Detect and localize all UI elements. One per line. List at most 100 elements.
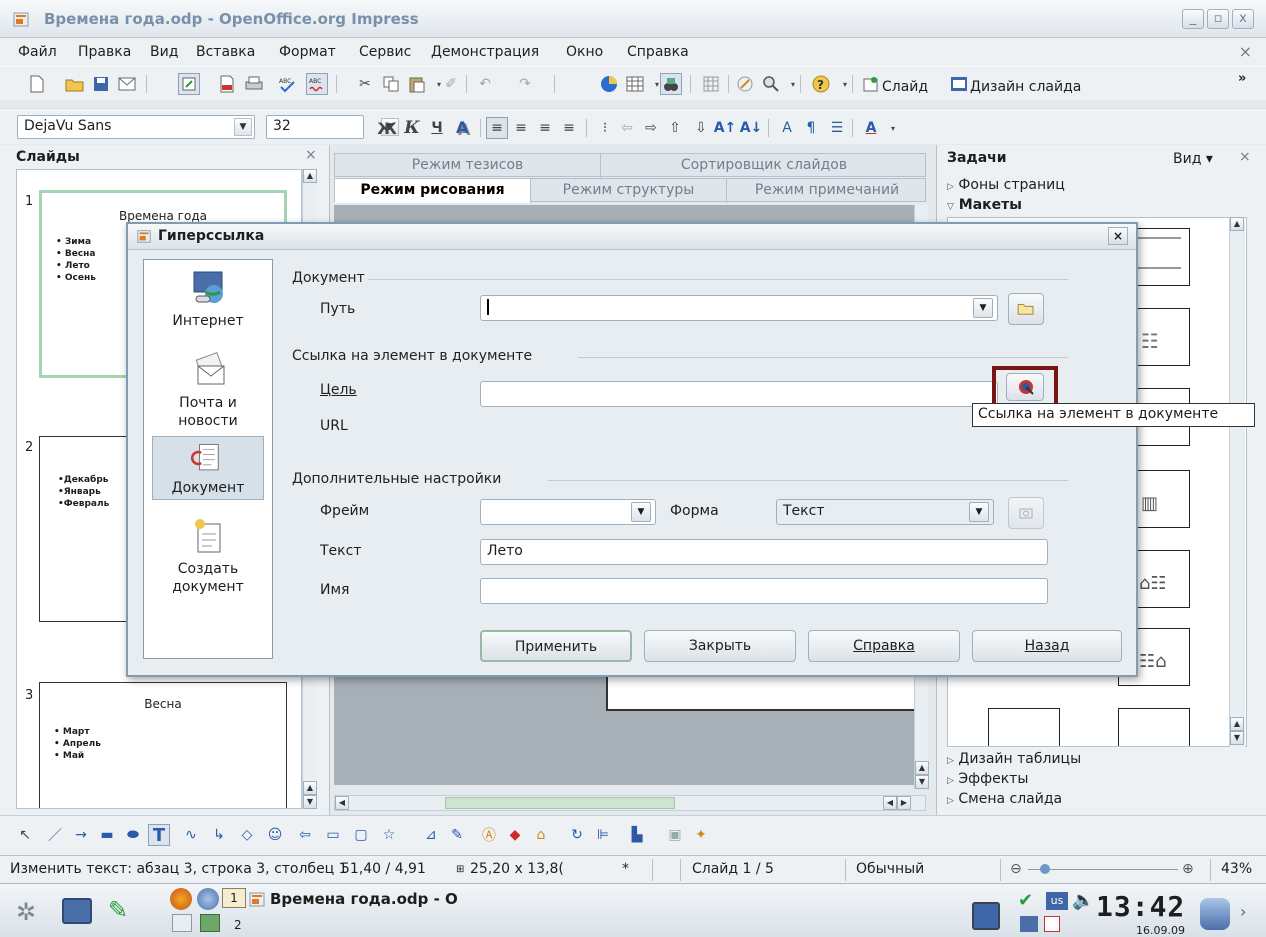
bullets-numbering-icon[interactable]: ☰ [826,117,848,139]
section-layouts[interactable]: ▽ Макеты [947,197,1022,213]
keyboard-layout[interactable]: us [1046,892,1068,910]
close-document-icon[interactable]: × [1239,42,1252,61]
table-icon[interactable] [624,73,646,95]
paragraph-icon[interactable]: ¶ [800,117,822,139]
ellipse-icon[interactable]: ⬬ [122,824,144,846]
zoom-slider[interactable] [1028,869,1178,870]
volume-icon[interactable]: 🔈 [1072,890,1094,911]
menu-format[interactable]: Формат [279,44,336,60]
taskbar-app-title[interactable]: Времена года.odp - O [270,890,458,908]
select-arrow-icon[interactable]: ↖ [14,824,36,846]
menu-help[interactable]: Справка [627,44,689,60]
arrange-icon[interactable]: ▙ [626,824,648,846]
promote-icon[interactable]: ⇨ [640,117,662,139]
kde-menu-icon[interactable]: ✲ [16,898,44,926]
basic-shapes-icon[interactable]: ◇ [236,824,258,846]
connector-icon[interactable]: ↳ [208,824,230,846]
tab-structure[interactable]: Режим структуры [531,179,727,203]
print-icon[interactable] [243,73,265,95]
scroll-up-icon[interactable]: ▲ [1230,717,1244,731]
target-input[interactable] [480,381,998,407]
text-tool-icon[interactable]: T [148,824,170,846]
notes-icon[interactable]: ✔ [1018,890,1040,912]
tab-slide-sorter[interactable]: Сортировщик слайдов [601,154,927,178]
zoom-in-icon[interactable]: ⊕ [1182,861,1194,877]
maximize-button[interactable]: ▫ [1207,9,1229,29]
edit-file-icon[interactable] [178,73,200,95]
chevron-down-icon[interactable]: ▼ [631,502,651,522]
fontwork-icon[interactable]: Ⓐ [478,824,500,846]
gallery-icon[interactable]: ⌂ [530,824,552,846]
cut-icon[interactable]: ✂ [354,73,376,95]
layout-thumbnail[interactable] [1118,708,1190,746]
scroll-right-icon[interactable]: ▶ [897,796,911,810]
zoom-slider-thumb[interactable] [1040,864,1050,874]
autospellcheck-icon[interactable]: ABC [306,73,328,95]
slide-design-icon[interactable] [948,73,970,95]
slide-design-label[interactable]: Дизайн слайда [970,79,1081,95]
drawing-functions-icon[interactable] [734,73,756,95]
name-input[interactable] [480,578,1048,604]
shadow-icon[interactable]: AA [452,117,474,139]
update-icon[interactable] [1044,916,1060,932]
bullets-icon[interactable]: ⁝ [594,117,616,139]
scroll-up-icon[interactable]: ▲ [303,169,317,183]
font-color-dropdown-icon[interactable]: ▾ [882,117,904,139]
layout-thumbnail[interactable] [988,708,1060,746]
events-button[interactable] [1008,497,1044,529]
callouts-icon[interactable]: ▢ [350,824,372,846]
target-in-document-button[interactable] [1006,373,1044,401]
symbol-shapes-icon[interactable]: ☺ [264,824,286,846]
new-slide-icon[interactable] [860,73,882,95]
calendar-icon[interactable] [200,914,220,932]
glue-points-icon[interactable]: ✎ [446,824,468,846]
scroll-up-icon[interactable]: ▲ [1230,217,1244,231]
firefox-icon[interactable] [170,888,192,910]
font-size-combo[interactable]: 32 ▼ [266,115,399,139]
edit-icon[interactable]: ✎ [108,896,138,924]
from-file-icon[interactable]: ◆ [504,824,526,846]
shadow-toggle-icon[interactable]: ▣ [664,824,686,846]
scroll-down-icon[interactable]: ▼ [1230,731,1244,745]
new-document-icon[interactable] [26,73,48,95]
menu-file[interactable]: Файл [18,44,57,60]
copy-icon[interactable] [380,73,402,95]
redo-icon[interactable]: ↷ [514,73,536,95]
workspace-2[interactable]: 2 [234,918,242,932]
tab-outline[interactable]: Режим тезисов [335,154,601,178]
tab-notes[interactable]: Режим примечаний [727,179,927,203]
show-desktop-icon[interactable] [62,898,92,924]
chart-icon[interactable] [598,73,620,95]
close-button[interactable]: Закрыть [644,630,796,662]
font-name-combo[interactable]: DejaVu Sans ▼ [17,115,255,139]
font-color-icon[interactable]: A [860,117,882,139]
taskbar-more-icon[interactable]: › [1240,902,1246,921]
clone-format-icon[interactable]: ✐ [440,73,462,95]
frame-combobox[interactable]: ▼ [480,499,656,525]
bold-icon[interactable]: Ж [376,117,398,139]
curve-icon[interactable]: ∿ [180,824,202,846]
nav-document[interactable]: Документ [152,436,264,500]
paste-icon[interactable] [406,73,428,95]
line-arrow-icon[interactable]: → [70,824,92,846]
slide-page[interactable] [606,675,922,711]
underline-icon[interactable]: Ч [426,117,448,139]
move-down-icon[interactable]: ⇩ [690,117,712,139]
menu-view[interactable]: Вид [150,44,178,60]
menu-slideshow[interactable]: Демонстрация [431,44,539,60]
scroll-up-icon[interactable]: ▲ [915,761,929,775]
export-pdf-icon[interactable] [216,73,238,95]
align-right-icon[interactable]: ≡ [534,117,556,139]
align-center-icon[interactable]: ≡ [510,117,532,139]
chevron-down-icon[interactable]: ▼ [234,118,252,136]
dialog-close-button[interactable]: × [1108,227,1128,245]
menu-insert[interactable]: Вставка [196,44,255,60]
workspace-1[interactable]: 1 [222,888,246,908]
chevron-down-icon[interactable]: ▼ [973,298,993,318]
apply-button[interactable]: Применить [480,630,632,662]
zoom-percent[interactable]: 43% [1221,861,1252,877]
decrease-font-icon[interactable]: A↓ [740,117,763,139]
scroll-thumb[interactable] [445,797,675,809]
grid-icon[interactable] [700,73,722,95]
scroll-down-icon[interactable]: ▼ [915,775,929,789]
